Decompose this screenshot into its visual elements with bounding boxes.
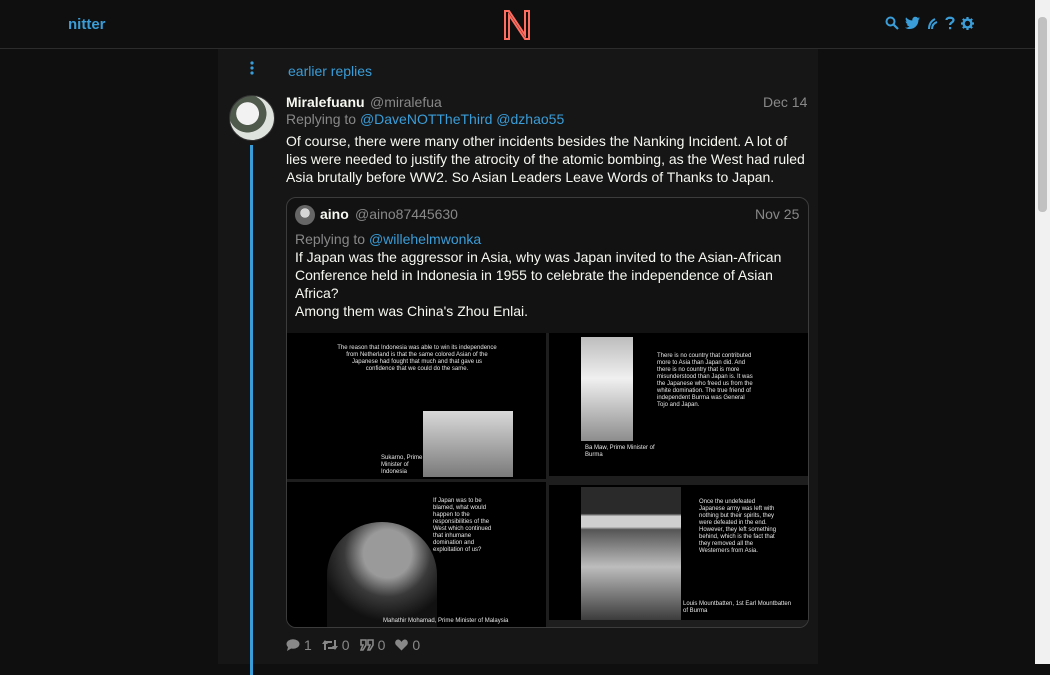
thread-line — [250, 145, 253, 675]
heart-icon — [395, 639, 409, 651]
nitter-logo-icon[interactable] — [503, 9, 531, 41]
photo — [581, 337, 633, 441]
replying-prefix: Replying to — [286, 111, 357, 127]
quote-image[interactable]: If Japan was to be blamed, what would ha… — [287, 482, 546, 627]
quote-username[interactable]: @aino87445630 — [355, 206, 458, 222]
mention-link[interactable]: @dzhao55 — [496, 111, 564, 127]
image-caption: Once the undefeated Japanese army was le… — [699, 499, 777, 554]
quote-replying-to: Replying to @willehelmwonka — [295, 231, 481, 247]
comment-icon — [286, 639, 300, 651]
quote-avatar[interactable] — [295, 205, 315, 225]
retweet-icon — [321, 640, 338, 650]
retweets-count: 0 — [341, 637, 350, 653]
tweet-date[interactable]: Dec 14 — [763, 94, 807, 110]
brand-link[interactable]: nitter — [68, 16, 106, 33]
navbar: nitter — [0, 0, 1035, 49]
photo — [423, 411, 513, 477]
image-caption: If Japan was to be blamed, what would ha… — [433, 498, 492, 553]
photo — [581, 487, 681, 620]
replying-to: Replying to @DaveNOTTheThird @dzhao55 — [286, 111, 564, 127]
replies-count: 1 — [304, 637, 312, 653]
quote-image[interactable]: There is no country that contributed mor… — [549, 333, 808, 476]
avatar[interactable] — [229, 95, 275, 141]
quote-text-line: If Japan was the aggressor in Asia, why … — [295, 249, 782, 301]
quote-image[interactable]: Once the undefeated Japanese army was le… — [549, 485, 808, 620]
quote-icon — [359, 639, 374, 651]
photo — [327, 522, 437, 627]
tweet-content: Of course, there were many other inciden… — [286, 133, 805, 185]
search-icon[interactable] — [885, 16, 899, 30]
replying-prefix: Replying to — [295, 231, 366, 247]
replies-stat[interactable]: 1 — [286, 637, 312, 653]
quoted-tweet[interactable]: aino @aino87445630 Nov 25 Replying to @w… — [286, 197, 809, 628]
image-caption: There is no country that contributed mor… — [657, 353, 753, 408]
image-credit: Louis Mountbatten, 1st Earl Mountbatten … — [683, 601, 792, 614]
mention-link[interactable]: @DaveNOTTheThird — [360, 111, 492, 127]
quote-fullname[interactable]: aino — [320, 206, 349, 222]
quotes-count: 0 — [377, 637, 386, 653]
quote-text-line: Among them was China's Zhou Enlai. — [295, 303, 529, 319]
image-credit: Mahathir Mohamad, Prime Minister of Mala… — [383, 618, 509, 624]
image-caption: The reason that Indonesia was able to wi… — [337, 345, 497, 372]
quote-content: If Japan was the aggressor in Asia, why … — [295, 248, 800, 320]
quote-image[interactable]: The reason that Indonesia was able to wi… — [287, 333, 546, 479]
more-replies-icon[interactable] — [250, 61, 254, 75]
settings-icon[interactable] — [961, 16, 974, 30]
tweet-username[interactable]: @miralefua — [370, 94, 442, 110]
quotes-stat[interactable]: 0 — [359, 637, 386, 653]
tweet-stats: 1 0 0 0 — [286, 637, 420, 653]
likes-stat[interactable]: 0 — [395, 637, 420, 653]
help-icon[interactable] — [945, 16, 955, 30]
retweets-stat[interactable]: 0 — [321, 637, 350, 653]
mention-link[interactable]: @willehelmwonka — [369, 231, 481, 247]
scrollbar[interactable] — [1035, 0, 1050, 664]
scrollbar-thumb[interactable] — [1038, 17, 1047, 212]
likes-count: 0 — [412, 637, 421, 653]
tweet-fullname[interactable]: Miralefuanu — [286, 94, 365, 110]
image-credit: Sukarno, Prime Minister of Indonesia — [381, 455, 423, 475]
quote-media-grid: The reason that Indonesia was able to wi… — [287, 333, 808, 627]
earlier-replies-link[interactable]: earlier replies — [288, 63, 372, 79]
quote-date[interactable]: Nov 25 — [755, 206, 799, 222]
image-credit: Ba Maw, Prime Minister of Burma — [585, 445, 655, 458]
nav-icons — [885, 16, 974, 30]
bird-icon[interactable] — [905, 16, 920, 30]
rss-icon[interactable] — [926, 16, 939, 30]
timeline: earlier replies Miralefuanu @miralefua D… — [218, 49, 818, 675]
